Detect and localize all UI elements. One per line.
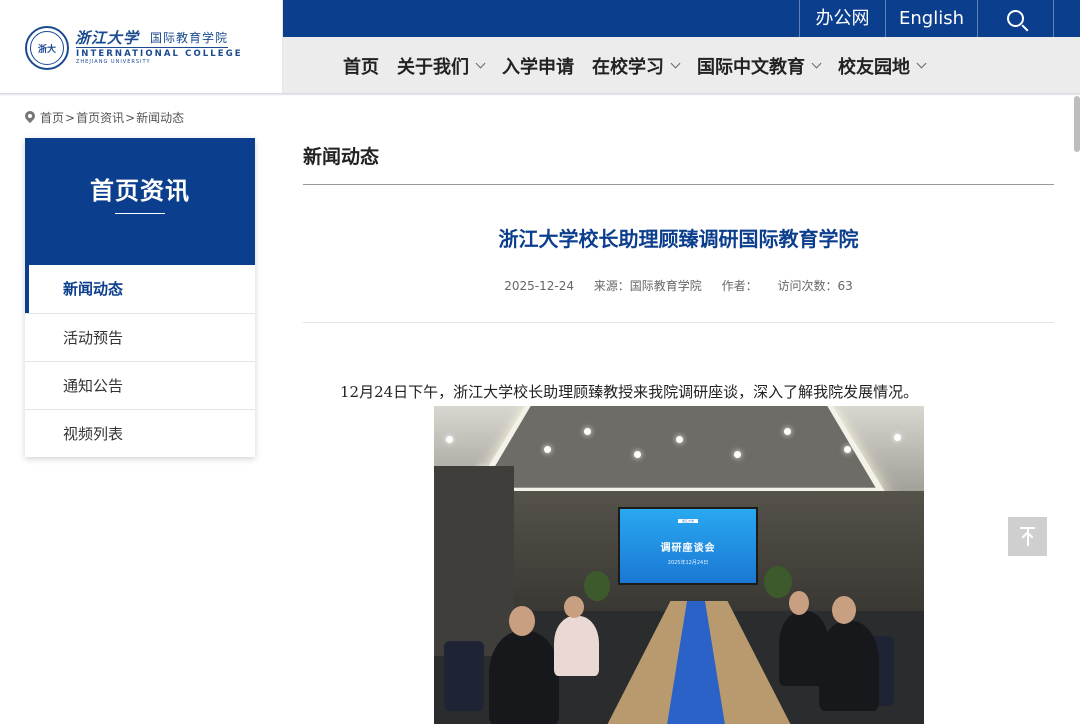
nav-home[interactable]: 首页: [343, 53, 379, 79]
photo-light: [676, 436, 683, 443]
site-logo[interactable]: 浙大 浙江大学 国际教育学院 INTERNATIONAL COLLEGE ZHE…: [0, 0, 283, 93]
photo-person-head: [789, 591, 809, 615]
article-author: 作者：: [721, 279, 758, 293]
office-link[interactable]: 办公网: [799, 0, 885, 37]
photo-plant: [584, 571, 610, 601]
article-date: 2025-12-24: [504, 279, 574, 293]
chevron-down-icon: [916, 58, 927, 68]
article-views: 访问次数：63: [777, 279, 853, 293]
university-seal-icon: 浙大: [25, 26, 69, 70]
breadcrumb-section[interactable]: 首页资讯: [76, 109, 124, 126]
nav-alumni[interactable]: 校友园地: [838, 53, 927, 79]
photo-light: [446, 436, 453, 443]
logo-university-name: 浙江大学: [75, 29, 140, 47]
photo-plant: [764, 566, 792, 598]
sidebar-item-events[interactable]: 活动预告: [25, 313, 255, 361]
photo-chair: [444, 641, 484, 711]
photo-light: [734, 451, 741, 458]
photo-light: [844, 446, 851, 453]
section-divider: [303, 184, 1054, 185]
search-icon: [1007, 10, 1024, 27]
sidebar-item-news[interactable]: 新闻动态: [25, 265, 255, 313]
top-utility-bar: 办公网 English: [283, 0, 1080, 37]
article-meta: 2025-12-24 来源：国际教育学院 作者： 访问次数：63: [303, 277, 1054, 294]
photo-light: [894, 434, 901, 441]
logo-college-english: INTERNATIONAL COLLEGE: [76, 49, 243, 59]
main-nav: 首页 关于我们 入学申请 在校学习 国际中文教育 校友园地: [283, 37, 1080, 93]
nav-chinese-education[interactable]: 国际中文教育: [697, 53, 822, 79]
logo-divider: [76, 47, 228, 48]
photo-person: [554, 616, 599, 676]
logo-university-english: ZHEJIANG UNIVERSITY: [76, 59, 151, 65]
section-title: 新闻动态: [303, 146, 380, 168]
sidebar-title: 首页资讯: [90, 177, 190, 205]
photo-wall-left: [434, 466, 514, 656]
location-pin-icon: [25, 111, 35, 124]
back-to-top-icon-part: [1026, 531, 1034, 539]
photo-screen-date: 2025年12月24日: [667, 560, 709, 566]
photo-ceiling-frame: [471, 406, 887, 495]
breadcrumb: 首页 > 首页资讯 > 新闻动态: [25, 109, 184, 126]
photo-person: [489, 631, 559, 724]
sidebar-header: 首页资讯: [25, 138, 255, 265]
header-divider: [0, 93, 1080, 96]
meta-divider: [303, 322, 1054, 323]
photo-screen-title: 调研座谈会: [660, 543, 716, 554]
nav-about-us[interactable]: 关于我们: [397, 53, 486, 79]
chevron-down-icon: [475, 58, 486, 68]
page-scrollbar[interactable]: [1074, 96, 1080, 152]
breadcrumb-separator: >: [125, 110, 136, 125]
search-button[interactable]: [977, 0, 1054, 37]
nav-campus-study[interactable]: 在校学习: [592, 53, 681, 79]
photo-person-head: [564, 596, 584, 618]
photo-light: [584, 428, 591, 435]
article-title: 浙江大学校长助理顾臻调研国际教育学院: [498, 227, 859, 251]
logo-college-name: 国际教育学院: [150, 31, 229, 45]
photo-light: [634, 451, 641, 458]
article-paragraph: 12月24日下午，浙江大学校长助理顾臻教授来我院调研座谈，深入了解我院发展情况。: [340, 383, 919, 401]
site-header: 浙大 浙江大学 国际教育学院 INTERNATIONAL COLLEGE ZHE…: [0, 0, 1080, 93]
sidebar-item-notices[interactable]: 通知公告: [25, 361, 255, 409]
photo-light: [544, 446, 551, 453]
sidebar-title-underline: [115, 213, 165, 214]
english-link[interactable]: English: [885, 0, 977, 37]
photo-person-head: [832, 596, 856, 624]
back-to-top-button[interactable]: [1008, 517, 1047, 556]
breadcrumb-current[interactable]: 新闻动态: [136, 109, 184, 126]
back-to-top-icon: [1021, 531, 1029, 539]
sidebar: 首页资讯 新闻动态 活动预告 通知公告 视频列表: [25, 138, 255, 457]
chevron-down-icon: [670, 58, 681, 68]
photo-screen-logo: 浙江大学: [678, 519, 698, 523]
chevron-down-icon: [811, 58, 822, 68]
nav-admissions[interactable]: 入学申请: [502, 53, 574, 79]
article-source: 来源：国际教育学院: [593, 279, 702, 293]
photo-person: [819, 621, 879, 711]
article-photo: 浙江大学 调研座谈会 2025年12月24日: [434, 406, 924, 724]
breadcrumb-home[interactable]: 首页: [40, 109, 64, 126]
photo-projection-screen: 浙江大学 调研座谈会 2025年12月24日: [618, 507, 758, 585]
sidebar-item-videos[interactable]: 视频列表: [25, 409, 255, 457]
photo-person-head: [509, 606, 535, 636]
breadcrumb-separator: >: [65, 110, 76, 125]
photo-light: [784, 428, 791, 435]
